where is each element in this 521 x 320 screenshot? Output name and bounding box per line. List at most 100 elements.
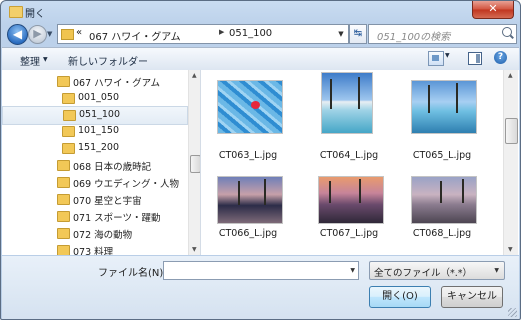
palm-tree-image: [358, 77, 360, 109]
breadcrumb-067[interactable]: 067 ハワイ・グアム: [89, 28, 181, 43]
tree-item-label: 067 ハワイ・グアム: [73, 78, 160, 89]
tree-item-072[interactable]: 072 海の動物: [57, 225, 187, 242]
flower-image: [251, 101, 260, 109]
folder-icon: [62, 143, 75, 154]
refresh-icon[interactable]: ↹: [349, 24, 367, 44]
scroll-down-icon[interactable]: ▼: [508, 246, 513, 253]
scroll-thumb[interactable]: [190, 155, 200, 173]
scroll-up-icon[interactable]: ▲: [192, 72, 197, 79]
resort-pool-thumbnail: [411, 80, 477, 134]
file-item[interactable]: CT063_L.jpg: [203, 78, 293, 162]
palm-tree-image: [330, 79, 332, 109]
search-input[interactable]: 051_100の検索: [368, 24, 517, 44]
tree-item-label: 072 海の動物: [73, 230, 133, 241]
tree-item-001-050[interactable]: 001_050: [62, 90, 187, 107]
open-dialog: 開く ✕ ◀ ▶ ▼ « 067 ハワイ・グアム ▶ 051_100 ▼ ↹ 0…: [0, 0, 521, 320]
folder-icon: [57, 245, 70, 255]
file-name: CT063_L.jpg: [218, 150, 278, 161]
beach-dusk-thumbnail: [217, 176, 283, 224]
folder-icon: [57, 177, 70, 188]
overflow-chevron[interactable]: «: [76, 27, 82, 38]
folder-icon: [57, 76, 70, 87]
tree-item-label: 071 スポーツ・躍動: [73, 213, 161, 224]
tree-item-151-200[interactable]: 151_200: [62, 140, 187, 157]
folder-icon: [61, 29, 74, 40]
tree-item-070[interactable]: 070 星空と宇宙: [57, 191, 187, 208]
close-button[interactable]: ✕: [472, 1, 514, 19]
file-item[interactable]: CT064_L.jpg: [304, 72, 394, 162]
search-icon: [502, 27, 512, 37]
folder-icon: [57, 194, 70, 205]
folder-icon: [63, 110, 76, 121]
folder-icon: [57, 211, 70, 222]
tree-item-101-150[interactable]: 101_150: [62, 123, 187, 140]
palm-tree-image: [359, 179, 361, 203]
organize-dropdown-icon[interactable]: ▼: [43, 56, 48, 63]
navigation-pane: 067 ハワイ・グアム 001_050 051_100 101_150 151_…: [2, 70, 201, 255]
folder-icon: [62, 126, 75, 137]
palm-tree-image: [264, 179, 266, 205]
file-item[interactable]: CT065_L.jpg: [397, 78, 487, 162]
scroll-down-icon[interactable]: ▼: [192, 246, 197, 253]
tree-item-label: 069 ウエディング・人物: [73, 179, 179, 190]
window-title: 開く: [25, 9, 45, 20]
address-dropdown-icon[interactable]: ▼: [334, 24, 349, 44]
palm-tree-image: [462, 179, 464, 203]
dialog-footer: ファイル名(N): ▼ 全てのファイル（*.*） ▼ 開く(O) キャンセル: [2, 256, 519, 319]
tree-item-067[interactable]: 067 ハワイ・グアム: [57, 73, 187, 90]
open-button[interactable]: 開く(O): [369, 286, 431, 308]
resort-pool-thumbnail: [321, 72, 373, 134]
tree-item-071[interactable]: 071 スポーツ・躍動: [57, 208, 187, 225]
file-name: CT066_L.jpg: [218, 228, 278, 239]
scroll-thumb[interactable]: [505, 118, 518, 144]
palm-tree-image: [456, 83, 458, 113]
address-bar[interactable]: « 067 ハワイ・グアム ▶ 051_100: [57, 24, 335, 44]
preview-pane-icon[interactable]: [468, 52, 482, 65]
filename-label: ファイル名(N):: [98, 268, 167, 279]
address-row: ◀ ▶ ▼ « 067 ハワイ・グアム ▶ 051_100 ▼ ↹ 051_10…: [1, 23, 520, 45]
palm-tree-image: [329, 181, 331, 203]
folder-icon: [9, 6, 23, 18]
beach-sunset-thumbnail: [318, 176, 384, 224]
file-item[interactable]: CT067_L.jpg: [304, 174, 394, 255]
tree-item-069[interactable]: 069 ウエディング・人物: [57, 174, 187, 191]
view-dropdown-icon[interactable]: ▼: [445, 52, 450, 59]
palm-tree-image: [440, 181, 442, 203]
nav-scrollbar[interactable]: ▲ ▼: [188, 70, 200, 255]
filetype-value: 全てのファイル（*.*）: [374, 268, 473, 279]
file-item[interactable]: CT068_L.jpg: [397, 174, 487, 255]
tree-item-label: 151_200: [78, 142, 120, 153]
folder-icon: [62, 93, 75, 104]
history-dropdown-icon[interactable]: ▼: [47, 30, 52, 38]
beach-dusk-thumbnail: [411, 176, 477, 224]
tree-item-label: 068 日本の歳時記: [73, 162, 152, 173]
help-icon[interactable]: ?: [494, 51, 507, 64]
filetype-select[interactable]: 全てのファイル（*.*） ▼: [369, 261, 505, 280]
file-name: CT068_L.jpg: [412, 228, 472, 239]
file-name: CT065_L.jpg: [412, 150, 472, 161]
tree-item-label: 073 料理: [73, 247, 114, 255]
filename-dropdown-icon[interactable]: ▼: [350, 267, 355, 274]
content-scrollbar[interactable]: ▲ ▼: [503, 70, 518, 255]
breadcrumb-051-100[interactable]: 051_100: [229, 28, 272, 39]
file-item[interactable]: CT066_L.jpg: [203, 174, 293, 255]
breadcrumb-separator-icon[interactable]: ▶: [219, 28, 224, 36]
change-view-icon[interactable]: [428, 51, 444, 66]
title-bar[interactable]: 開く ✕: [1, 1, 520, 23]
filename-input[interactable]: ▼: [163, 261, 359, 280]
tree-item-label: 070 星空と宇宙: [73, 196, 142, 207]
cancel-button[interactable]: キャンセル: [441, 286, 503, 308]
forward-button[interactable]: ▶: [28, 25, 47, 44]
toolbar: 整理 ▼ 新しいフォルダー ▼ ?: [2, 47, 519, 71]
tree-item-label: 101_150: [78, 125, 120, 136]
tree-item-label: 001_050: [78, 92, 120, 103]
tree-item-068[interactable]: 068 日本の歳時記: [57, 157, 187, 174]
scroll-up-icon[interactable]: ▲: [508, 72, 513, 79]
back-button[interactable]: ◀: [7, 24, 28, 45]
tree-item-073[interactable]: 073 料理: [57, 242, 187, 255]
palm-tree-image: [428, 85, 430, 113]
tree-item-label: 051_100: [79, 109, 121, 120]
new-folder-button[interactable]: 新しいフォルダー: [68, 53, 148, 68]
resize-grip-icon[interactable]: [508, 308, 517, 317]
organize-button[interactable]: 整理: [20, 53, 40, 68]
